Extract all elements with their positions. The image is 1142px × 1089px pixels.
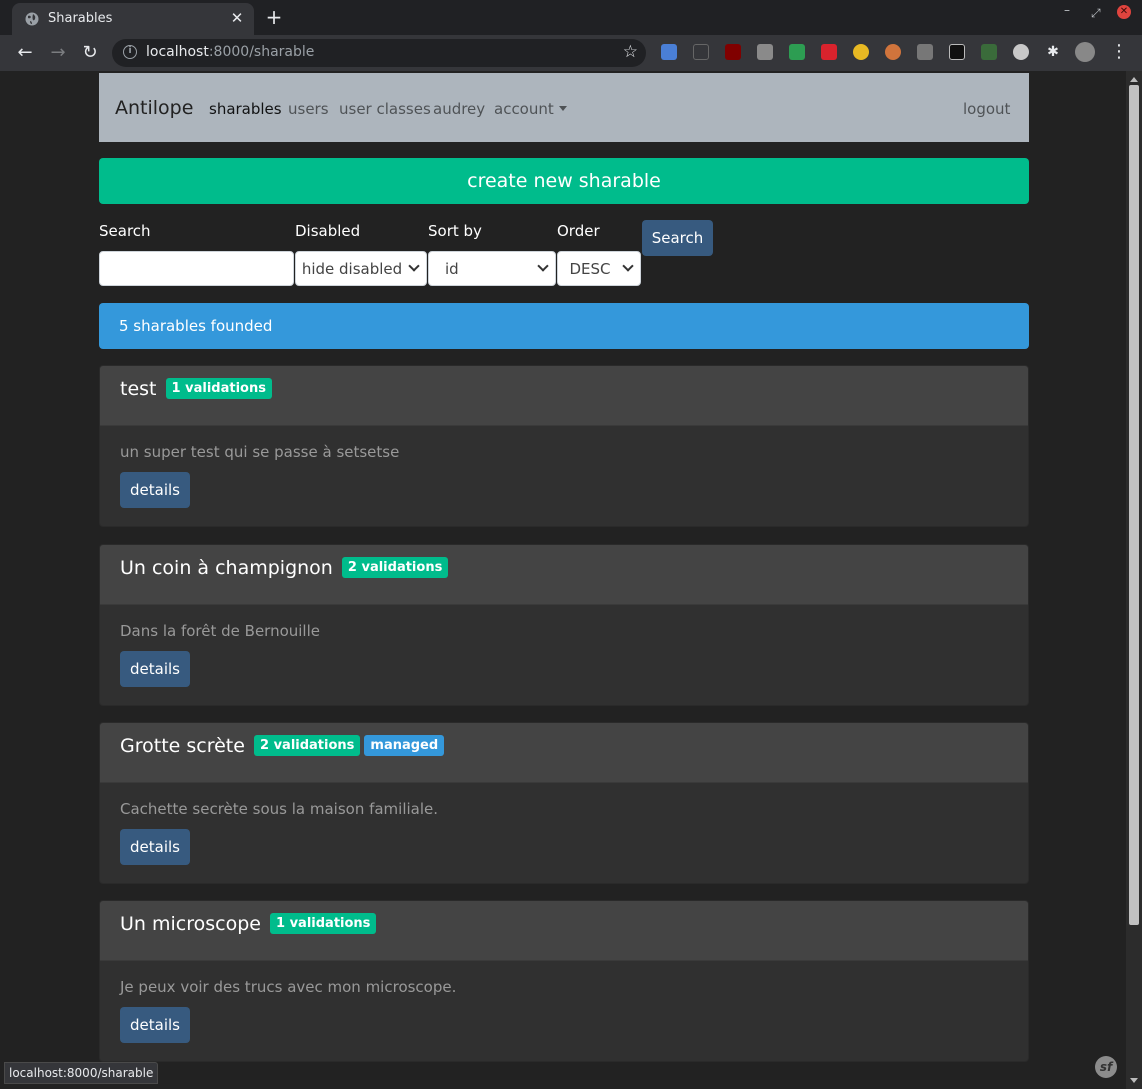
page-viewport: Antilope sharables users user classes au… bbox=[4, 71, 1126, 1089]
nav-link-logout[interactable]: logout bbox=[963, 100, 1010, 118]
extension-icon[interactable] bbox=[885, 44, 901, 60]
globe-icon bbox=[25, 12, 39, 26]
nav-dropdown-account-label: account bbox=[494, 100, 554, 118]
reload-icon[interactable]: ↻ bbox=[79, 42, 101, 64]
tab-close-icon[interactable]: ✕ bbox=[228, 9, 246, 27]
validations-badge: 2 validations bbox=[254, 735, 361, 756]
sharable-title-text: Grotte scrète bbox=[120, 735, 245, 757]
nav-link-user-classes[interactable]: user classes bbox=[339, 100, 431, 118]
validations-badge: 2 validations bbox=[341, 557, 449, 578]
nav-link-users[interactable]: users bbox=[288, 100, 329, 118]
disabled-label: Disabled bbox=[295, 222, 361, 240]
disabled-select[interactable]: hide disabled bbox=[295, 251, 427, 286]
validations-badge: 1 validations bbox=[165, 378, 272, 399]
browser-tab-strip: Sharables ✕ + – ⤢ ✕ bbox=[0, 0, 1142, 35]
search-input[interactable] bbox=[99, 251, 294, 286]
profile-avatar[interactable] bbox=[1075, 42, 1095, 62]
chevron-down-icon bbox=[408, 260, 420, 272]
extension-icon[interactable] bbox=[693, 44, 709, 60]
details-button[interactable]: details bbox=[120, 829, 190, 865]
drive-extension-icon[interactable] bbox=[757, 44, 773, 60]
sharable-card-header: test 1 validations bbox=[100, 366, 1028, 426]
chevron-down-icon bbox=[622, 260, 634, 272]
sort-select[interactable]: id bbox=[428, 251, 556, 286]
chevron-down-icon bbox=[537, 260, 549, 272]
sharable-description: Dans la forêt de Bernouille bbox=[120, 622, 320, 640]
disabled-select-value: hide disabled bbox=[301, 260, 403, 278]
window-maximize-icon[interactable]: ⤢ bbox=[1091, 6, 1101, 21]
back-icon[interactable]: ← bbox=[14, 42, 36, 64]
facebook-extension-icon[interactable] bbox=[917, 44, 933, 60]
sharable-title: Grotte scrète 2 validations managed bbox=[120, 735, 445, 757]
sharable-title-text: Un coin à champignon bbox=[120, 557, 333, 579]
link-status-bar: localhost:8000/sharable bbox=[4, 1062, 159, 1084]
sharable-card-header: Un coin à champignon 2 validations bbox=[100, 545, 1028, 605]
validations-badge: 1 validations bbox=[270, 913, 377, 934]
extension-icon[interactable] bbox=[1013, 44, 1029, 60]
sharable-title-text: Un microscope bbox=[120, 913, 261, 935]
sharable-card: Grotte scrète 2 validations managed Cache… bbox=[99, 722, 1029, 884]
nav-link-sharables[interactable]: sharables bbox=[209, 100, 282, 118]
puzzle-extensions-icon[interactable]: ✱ bbox=[1045, 44, 1061, 60]
bookmark-star-icon[interactable]: ☆ bbox=[623, 42, 638, 62]
mega-extension-icon[interactable] bbox=[821, 44, 837, 60]
extension-icon[interactable] bbox=[949, 44, 965, 60]
extension-icon[interactable] bbox=[981, 44, 997, 60]
window-close-icon[interactable]: ✕ bbox=[1117, 5, 1131, 19]
tab-title: Sharables bbox=[48, 11, 113, 26]
browser-menu-icon[interactable]: ⋮ bbox=[1110, 41, 1128, 62]
search-button[interactable]: Search bbox=[642, 220, 713, 256]
sharable-card: Un coin à champignon 2 validations Dans … bbox=[99, 544, 1029, 706]
site-info-icon[interactable]: i bbox=[123, 45, 137, 59]
site-brand[interactable]: Antilope bbox=[115, 97, 193, 119]
details-button[interactable]: details bbox=[120, 472, 190, 508]
details-button[interactable]: details bbox=[120, 1007, 190, 1043]
translate-extension-icon[interactable] bbox=[661, 44, 677, 60]
address-bar[interactable]: i localhost:8000/sharable ☆ bbox=[112, 39, 646, 67]
order-select-value: DESC bbox=[569, 260, 611, 278]
results-count-alert: 5 sharables founded bbox=[99, 303, 1029, 349]
sharable-card: test 1 validations un super test qui se … bbox=[99, 365, 1029, 527]
address-url[interactable]: localhost:8000/sharable bbox=[146, 44, 314, 60]
sort-label: Sort by bbox=[428, 222, 482, 240]
managed-badge: managed bbox=[364, 735, 445, 756]
browser-tab[interactable]: Sharables ✕ bbox=[12, 3, 254, 35]
nav-dropdown-account[interactable]: account bbox=[494, 100, 567, 118]
sharable-title-text: test bbox=[120, 378, 157, 400]
sort-select-value: id bbox=[445, 260, 459, 278]
ublock-extension-icon[interactable] bbox=[725, 44, 741, 60]
caret-down-icon bbox=[558, 106, 567, 111]
search-label: Search bbox=[99, 222, 151, 240]
site-navbar: Antilope sharables users user classes au… bbox=[99, 73, 1029, 142]
sharable-description: Je peux voir des trucs avec mon microsco… bbox=[120, 978, 457, 996]
order-select[interactable]: DESC bbox=[557, 251, 641, 286]
new-tab-icon[interactable]: + bbox=[262, 5, 286, 29]
page-scrollbar[interactable] bbox=[1126, 71, 1142, 1089]
scroll-down-arrow-icon[interactable] bbox=[1130, 1078, 1138, 1083]
window-minimize-icon[interactable]: – bbox=[1064, 3, 1070, 17]
scrollbar-thumb[interactable] bbox=[1129, 85, 1139, 925]
order-label: Order bbox=[557, 222, 600, 240]
scroll-up-arrow-icon[interactable] bbox=[1130, 77, 1138, 82]
sharable-title: Un coin à champignon 2 validations bbox=[120, 557, 449, 579]
sharable-description: un super test qui se passe à setsetse bbox=[120, 443, 400, 461]
symfony-toolbar-icon[interactable]: sf bbox=[1095, 1056, 1117, 1078]
sharable-description: Cachette secrète sous la maison familial… bbox=[120, 800, 439, 818]
sharable-title: Un microscope 1 validations bbox=[120, 913, 377, 935]
browser-toolbar: ← → ↻ i localhost:8000/sharable ☆ ✱ ⋮ bbox=[0, 35, 1142, 71]
extension-icon[interactable] bbox=[853, 44, 869, 60]
google-drive-extension-icon[interactable] bbox=[789, 44, 805, 60]
details-button[interactable]: details bbox=[120, 651, 190, 687]
nav-link-audrey[interactable]: audrey bbox=[433, 100, 485, 118]
sharable-title: test 1 validations bbox=[120, 378, 272, 400]
sharable-card-header: Un microscope 1 validations bbox=[100, 901, 1028, 961]
sharable-card-header: Grotte scrète 2 validations managed bbox=[100, 723, 1028, 783]
create-sharable-button[interactable]: create new sharable bbox=[99, 158, 1029, 204]
forward-icon[interactable]: → bbox=[47, 42, 69, 64]
sharable-card: Un microscope 1 validations Je peux voir… bbox=[99, 900, 1029, 1062]
